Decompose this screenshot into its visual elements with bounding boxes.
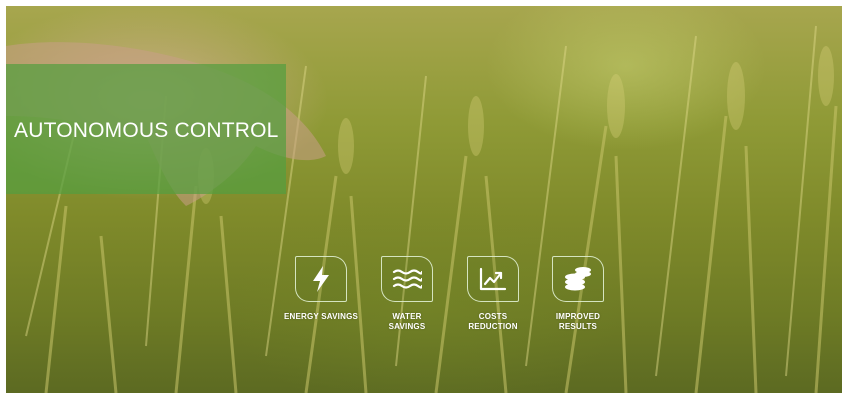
- water-waves-icon: [381, 256, 433, 302]
- benefit-water-savings[interactable]: WATER SAVINGS: [357, 256, 457, 332]
- benefit-label: WATER SAVINGS: [388, 312, 426, 331]
- hero-section: AUTONOMOUS CONTROL ENERGY SAVINGS WATER …: [6, 6, 842, 393]
- benefit-label: ENERGY SAVINGS: [283, 312, 359, 321]
- trend-chart-icon: [467, 256, 519, 302]
- lightning-icon: [295, 256, 347, 302]
- benefit-label: IMPROVED RESULTS: [555, 312, 601, 331]
- page-title: AUTONOMOUS CONTROL: [14, 119, 279, 142]
- benefit-improved-results[interactable]: IMPROVED RESULTS: [528, 256, 628, 332]
- benefit-label: COSTS REDUCTION: [468, 312, 518, 331]
- title-overlay: AUTONOMOUS CONTROL: [6, 64, 286, 194]
- benefit-energy-savings[interactable]: ENERGY SAVINGS: [271, 256, 371, 322]
- coin-stack-icon: [552, 256, 604, 302]
